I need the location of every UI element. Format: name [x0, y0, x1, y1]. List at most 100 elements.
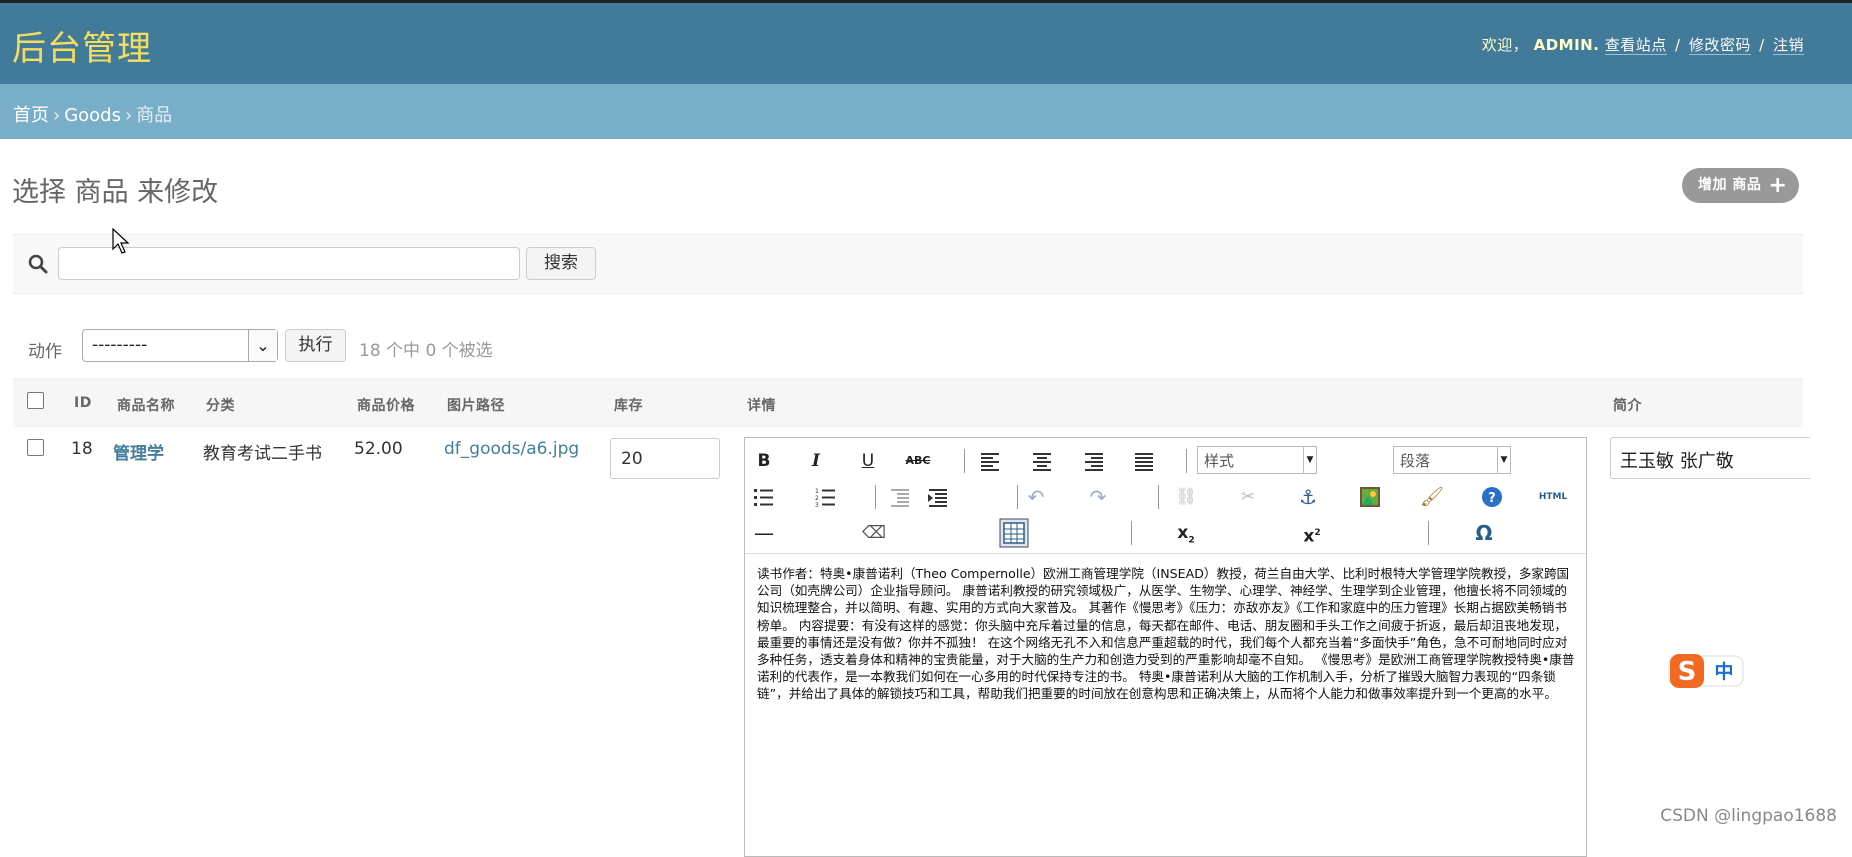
image-path-link[interactable]: df_goods/a6.jpg: [444, 439, 579, 459]
toolbar-separator: [875, 485, 876, 509]
ime-mode-label: 中: [1714, 660, 1733, 683]
superscript-icon[interactable]: x2: [1299, 520, 1325, 547]
row-price: 52.00: [354, 439, 403, 459]
page-title: 选择 商品 来修改: [12, 177, 219, 208]
chevron-down-icon: ▼: [1303, 447, 1316, 473]
separator: /: [1675, 36, 1681, 54]
strikethrough-icon[interactable]: ABC: [905, 448, 931, 474]
bold-icon[interactable]: B: [751, 448, 777, 474]
watermark: CSDN @lingpao1688: [1660, 806, 1837, 826]
anchor-icon[interactable]: ⚓: [1295, 484, 1321, 510]
view-site-link[interactable]: 查看站点: [1604, 36, 1667, 55]
action-select-value: ---------: [92, 335, 148, 355]
change-password-link[interactable]: 修改密码: [1688, 36, 1751, 55]
redo-icon[interactable]: ↷: [1085, 484, 1111, 510]
align-center-icon[interactable]: [1029, 448, 1055, 474]
action-select[interactable]: --------- ⌄: [82, 329, 278, 362]
format-select[interactable]: 段落 ▼: [1393, 446, 1511, 474]
plus-icon: +: [1768, 173, 1788, 198]
table-icon[interactable]: [999, 518, 1029, 548]
row-category: 教育考试二手书: [203, 444, 322, 464]
add-goods-button[interactable]: 增加 商品 +: [1682, 168, 1800, 203]
column-header-stock[interactable]: 库存: [614, 395, 643, 415]
table-header: ID 商品名称 分类 商品价格 图片路径 库存 详情 简介: [13, 378, 1803, 427]
selection-counter: 18 个中 0 个被选: [359, 341, 493, 361]
stock-input[interactable]: 20: [610, 438, 720, 479]
search-icon: [28, 254, 48, 274]
column-header-name[interactable]: 商品名称: [117, 395, 175, 415]
indent-icon[interactable]: [925, 484, 951, 510]
breadcrumb-home[interactable]: 首页: [13, 105, 49, 126]
add-goods-label: 增加 商品: [1698, 177, 1762, 193]
action-label: 动作: [28, 342, 62, 362]
row-checkbox[interactable]: [27, 439, 44, 456]
breadcrumb: 首页 › Goods › 商品: [0, 84, 1852, 139]
welcome-text: 欢迎，: [1481, 36, 1529, 54]
outdent-icon[interactable]: [887, 484, 913, 510]
mouse-cursor-icon: [112, 228, 130, 254]
goods-name-link[interactable]: 管理学: [113, 444, 164, 464]
column-header-image-path[interactable]: 图片路径: [447, 395, 505, 415]
toolbar-separator: [1131, 521, 1132, 545]
underline-icon[interactable]: U: [855, 448, 881, 474]
user-tools: 欢迎， ADMIN. 查看站点 / 修改密码 / 注销: [1482, 34, 1804, 55]
unlink-icon[interactable]: ✂: [1235, 484, 1261, 510]
column-header-summary[interactable]: 简介: [1613, 395, 1642, 415]
toolbar-separator: [1186, 449, 1187, 473]
toolbar-separator: [1158, 485, 1159, 509]
username: ADMIN.: [1533, 36, 1600, 54]
logout-link[interactable]: 注销: [1772, 36, 1804, 55]
site-branding[interactable]: 后台管理: [12, 21, 152, 70]
cleanup-brush-icon[interactable]: 🖌: [1419, 484, 1445, 510]
numbered-list-icon[interactable]: 123: [813, 484, 839, 510]
eraser-icon[interactable]: ⌫: [861, 520, 887, 546]
svg-text:S: S: [1678, 657, 1697, 687]
breadcrumb-separator: ›: [53, 105, 61, 126]
search-toolbar: 搜索: [13, 234, 1803, 294]
align-right-icon[interactable]: [1081, 448, 1107, 474]
editor-content[interactable]: 读书作者：特奥•康普诺利（Theo Compernolle）欧洲工商管理学院（I…: [757, 565, 1577, 703]
separator: /: [1759, 36, 1765, 54]
column-header-category[interactable]: 分类: [206, 395, 235, 415]
toolbar-separator: [1017, 485, 1018, 509]
row-id: 18: [71, 439, 93, 459]
style-select-value: 样式: [1204, 452, 1235, 470]
svg-text:1: 1: [815, 488, 819, 495]
format-select-value: 段落: [1400, 452, 1431, 470]
sogou-ime-icon[interactable]: S 中: [1668, 652, 1744, 690]
bullet-list-icon[interactable]: [751, 484, 777, 510]
link-icon[interactable]: ⛓: [1173, 484, 1199, 510]
chevron-down-icon: ▼: [1497, 447, 1510, 473]
execute-button[interactable]: 执行: [285, 329, 346, 362]
align-justify-icon[interactable]: [1131, 448, 1157, 474]
style-select[interactable]: 样式 ▼: [1197, 446, 1317, 474]
column-header-id[interactable]: ID: [74, 395, 92, 411]
image-icon[interactable]: [1357, 484, 1383, 510]
breadcrumb-app[interactable]: Goods: [64, 105, 121, 126]
toolbar-separator: [1428, 521, 1429, 545]
select-all-checkbox[interactable]: [27, 392, 44, 409]
horizontal-rule-icon[interactable]: —: [751, 520, 777, 546]
column-header-detail[interactable]: 详情: [747, 395, 776, 415]
help-icon[interactable]: ?: [1479, 484, 1505, 510]
column-header-price[interactable]: 商品价格: [357, 395, 415, 415]
subscript-icon[interactable]: x2: [1173, 520, 1199, 546]
undo-icon[interactable]: ↶: [1023, 484, 1049, 510]
actions-bar: 动作 --------- ⌄ 执行 18 个中 0 个被选: [13, 327, 613, 367]
detail-rich-text-editor: B I U ABC 样式 ▼ 段落 ▼ 123 ↶ ↷ ⛓ ✂ ⚓ 🖌 ? HT…: [744, 437, 1587, 857]
summary-input[interactable]: 王玉敏 张广敬: [1610, 437, 1810, 479]
italic-icon[interactable]: I: [803, 448, 829, 474]
breadcrumb-current: 商品: [136, 105, 173, 126]
row-name-link[interactable]: 管理学: [113, 439, 164, 464]
search-button[interactable]: 搜索: [526, 247, 596, 280]
html-source-icon[interactable]: HTML: [1533, 484, 1573, 510]
svg-text:3: 3: [815, 502, 819, 509]
align-left-icon[interactable]: [977, 448, 1003, 474]
chevron-down-icon: ⌄: [248, 330, 277, 361]
special-character-icon[interactable]: Ω: [1471, 520, 1497, 546]
toolbar-separator: [964, 449, 965, 473]
svg-text:2: 2: [815, 495, 819, 502]
row-image-path[interactable]: df_goods/a6.jpg: [444, 439, 579, 459]
site-header: 后台管理 欢迎， ADMIN. 查看站点 / 修改密码 / 注销: [0, 0, 1852, 84]
breadcrumb-separator: ›: [124, 105, 133, 126]
